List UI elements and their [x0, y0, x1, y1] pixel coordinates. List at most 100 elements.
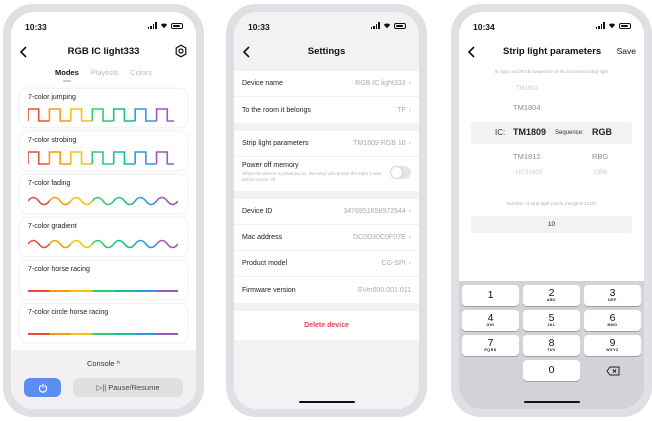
pixels-input[interactable]: 10: [471, 216, 632, 233]
mode-card[interactable]: 7-color circle horse racing: [20, 304, 187, 342]
setting-key: Device ID: [242, 208, 273, 215]
key-2[interactable]: 2 ABC: [523, 285, 580, 306]
keypad-row: 1 2 ABC 3 DEF: [462, 285, 641, 306]
key-6[interactable]: 6 MNO: [584, 310, 641, 331]
back-chevron-icon[interactable]: [465, 44, 479, 60]
settings-screen: 10:33 Settings Device name RGB IC light3…: [234, 12, 419, 409]
ic-label: IC:: [495, 128, 506, 137]
ic-sequence-picker[interactable]: TM1803 TM1804 IC: TM1809 Sequence: RGB T…: [471, 86, 632, 182]
mode-label: 7-color strobing: [28, 137, 77, 144]
mode-wave-icon: [28, 196, 178, 206]
back-chevron-icon[interactable]: [17, 44, 31, 60]
status-bar: 10:33: [234, 12, 419, 38]
delete-device-button[interactable]: Delete device: [234, 311, 419, 340]
setting-description: When the device is powered on, the relay…: [242, 171, 382, 182]
signal-icon: [147, 22, 157, 29]
status-icons: [147, 22, 183, 29]
key-digit: 6: [609, 311, 616, 324]
back-chevron-icon[interactable]: [240, 44, 254, 60]
power-off-memory-toggle[interactable]: [390, 166, 411, 179]
setting-key: Strip light parameters: [242, 140, 309, 147]
setting-key: Power off memory: [242, 162, 299, 169]
key-5[interactable]: 5 JKL: [523, 310, 580, 331]
mode-label: 7-color gradient: [28, 223, 77, 230]
mode-card[interactable]: 7-color strobing: [20, 132, 187, 170]
key-digit: 2: [548, 286, 555, 299]
settings-gear-icon[interactable]: [174, 44, 188, 58]
key-7[interactable]: 7 PQRS: [462, 335, 519, 356]
mode-label: 7-color circle horse racing: [28, 309, 109, 316]
settings-group-strip: Strip light parameters TM1809 RGB 10 › Po…: [234, 131, 419, 191]
setting-device-id[interactable]: Device ID 3476951658972544 ›: [234, 199, 419, 225]
key-9[interactable]: 9 WXYZ: [584, 335, 641, 356]
chevron-right-icon: ›: [408, 234, 411, 241]
key-3[interactable]: 3 DEF: [584, 285, 641, 306]
mode-label: 7-color jumping: [28, 94, 76, 101]
setting-value: SVer000.001.011: [357, 286, 411, 294]
signal-icon: [595, 22, 605, 29]
setting-product-model[interactable]: Product model CG-SPI ›: [234, 251, 419, 277]
setting-value: CG-SPI: [381, 260, 406, 267]
key-digit: 1: [487, 288, 494, 301]
page-title: RGB IC light333: [67, 46, 140, 57]
key-4[interactable]: 4 GHI: [462, 310, 519, 331]
key-1[interactable]: 1: [462, 285, 519, 306]
save-button[interactable]: Save: [617, 46, 636, 56]
chevron-right-icon: ›: [408, 208, 411, 215]
key-digit: 4: [487, 311, 494, 324]
tab-colors[interactable]: Colors: [130, 68, 152, 77]
mode-wave-icon: [28, 333, 178, 335]
tab-playlists[interactable]: Playlists: [91, 68, 119, 77]
mode-card[interactable]: 7-color jumping: [20, 89, 187, 127]
backspace-key[interactable]: [584, 360, 641, 381]
power-icon: [38, 382, 47, 393]
home-indicator: [523, 400, 580, 403]
wifi-icon: [383, 23, 391, 29]
chevron-right-icon: ›: [408, 140, 411, 147]
mode-card[interactable]: 7-color horse racing: [20, 261, 187, 299]
setting-key: Firmware version: [242, 286, 296, 294]
navbar: Settings: [234, 42, 419, 64]
mode-card[interactable]: 7-color fading: [20, 175, 187, 213]
ic-selected: TM1809: [513, 127, 547, 137]
ic-type-hint: IC type and RGB sequence of its connecte…: [494, 70, 609, 75]
tab-modes[interactable]: Modes: [55, 68, 79, 82]
setting-value: DC0D30C0F07E: [353, 234, 406, 241]
chevron-right-icon: ›: [408, 106, 411, 114]
setting-room[interactable]: To the room it belongs TF ›: [234, 97, 419, 123]
key-blank: [462, 360, 519, 381]
key-digit: 7: [487, 336, 494, 349]
chevron-right-icon: ›: [408, 260, 411, 267]
power-button[interactable]: [24, 378, 61, 397]
setting-device-name[interactable]: Device name RGB IC light333 ›: [234, 71, 419, 97]
page-title: Settings: [307, 46, 346, 57]
setting-mac-address[interactable]: Mac address DC0D30C0F07E ›: [234, 225, 419, 251]
battery-icon: [619, 22, 631, 29]
setting-strip-parameters[interactable]: Strip light parameters TM1809 RGB 10 ›: [234, 131, 419, 157]
wifi-icon: [608, 23, 616, 29]
keypad-row: 4 GHI 5 JKL 6 MNO: [462, 310, 641, 331]
key-0[interactable]: 0: [523, 360, 580, 381]
mode-wave-icon: [28, 108, 174, 122]
setting-key: To the room it belongs: [242, 106, 311, 114]
setting-value: 3476951658972544: [343, 208, 406, 215]
picker-ic-option: TM1803: [516, 86, 539, 92]
mode-card[interactable]: 7-color gradient: [20, 218, 187, 256]
mode-list: 7-color jumping 7-color strobing 7-color f…: [20, 89, 187, 347]
console-toggle[interactable]: Console ^: [11, 359, 196, 368]
settings-group-device: Device name RGB IC light333 › To the room…: [234, 71, 419, 123]
picker-seq-option: RBG: [592, 152, 609, 161]
backspace-icon: [605, 366, 619, 375]
phone-settings: 10:33 Settings Device name RGB IC light3…: [226, 4, 427, 417]
modes-screen: 10:33 RGB IC light333 Modes Playlists Co…: [11, 12, 196, 409]
pause-resume-button[interactable]: ▷|| Pause/Resume: [73, 378, 183, 397]
key-digit: 3: [609, 286, 616, 299]
picker-selected-row: IC: TM1809 Sequence: RGB: [471, 122, 632, 144]
key-letters: JKL: [547, 323, 556, 328]
navbar: Strip light parameters Save: [459, 42, 644, 64]
key-8[interactable]: 8 TUV: [523, 335, 580, 356]
phone-modes: 10:33 RGB IC light333 Modes Playlists Co…: [3, 4, 204, 417]
settings-list: Device name RGB IC light333 › To the room…: [234, 71, 419, 340]
strip-parameters-screen: 10:34 Strip light parameters Save IC typ…: [459, 12, 644, 409]
console-panel: Console ^ ▷|| Pause/Resume: [11, 350, 196, 409]
